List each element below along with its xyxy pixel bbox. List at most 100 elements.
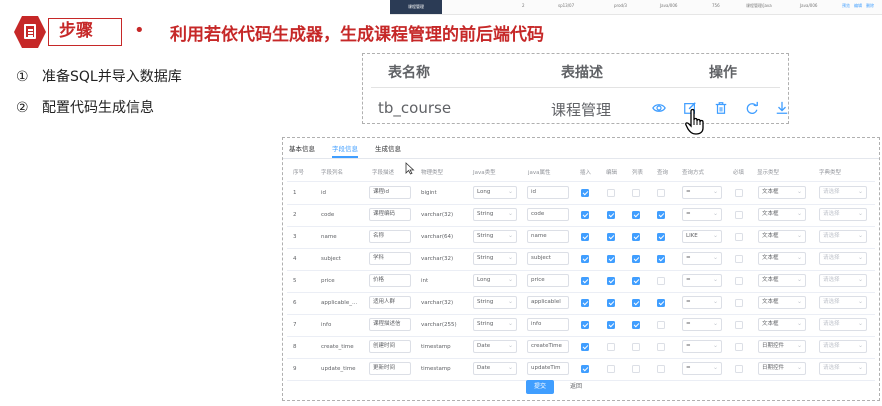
tab-basic-info[interactable]: 基本信息 xyxy=(289,143,315,153)
query-checkbox[interactable] xyxy=(657,321,665,329)
refresh-icon[interactable] xyxy=(745,101,759,115)
required-checkbox[interactable] xyxy=(735,365,743,373)
dict-type-select[interactable]: 请选择 xyxy=(819,318,867,331)
ins-checkbox[interactable] xyxy=(581,277,589,285)
edit-checkbox[interactable] xyxy=(607,299,615,307)
java-prop-input[interactable]: code xyxy=(527,208,569,221)
java-prop-input[interactable]: applicablel xyxy=(527,296,569,309)
edit-checkbox[interactable] xyxy=(607,255,615,263)
query-op-select[interactable]: = xyxy=(682,362,722,375)
display-type-select[interactable]: 文本框 xyxy=(758,274,806,287)
field-desc-input[interactable]: 更新时间 xyxy=(369,362,411,375)
field-desc-input[interactable]: 课程描述信 xyxy=(369,318,411,331)
java-type-select[interactable]: String xyxy=(473,208,517,221)
tab-gen-info[interactable]: 生成信息 xyxy=(375,143,401,153)
required-checkbox[interactable] xyxy=(735,321,743,329)
edit-checkbox[interactable] xyxy=(607,211,615,219)
java-type-select[interactable]: Long xyxy=(473,274,517,287)
required-checkbox[interactable] xyxy=(735,189,743,197)
query-op-select[interactable]: = xyxy=(682,208,722,221)
list-checkbox[interactable] xyxy=(632,277,640,285)
ins-checkbox[interactable] xyxy=(581,189,589,197)
java-prop-input[interactable]: updateTim xyxy=(527,362,569,375)
list-checkbox[interactable] xyxy=(632,299,640,307)
java-prop-input[interactable]: createTime xyxy=(527,340,569,353)
ins-checkbox[interactable] xyxy=(581,321,589,329)
java-prop-input[interactable]: price xyxy=(527,274,569,287)
display-type-select[interactable]: 日期控件 xyxy=(758,340,806,353)
java-prop-input[interactable]: name xyxy=(527,230,569,243)
query-checkbox[interactable] xyxy=(657,189,665,197)
list-checkbox[interactable] xyxy=(632,233,640,241)
required-checkbox[interactable] xyxy=(735,255,743,263)
ins-checkbox[interactable] xyxy=(581,365,589,373)
field-desc-input[interactable]: 课程id xyxy=(369,186,411,199)
query-checkbox[interactable] xyxy=(657,365,665,373)
display-type-select[interactable]: 文本框 xyxy=(758,296,806,309)
display-type-select[interactable]: 文本框 xyxy=(758,186,806,199)
display-type-select[interactable]: 文本框 xyxy=(758,318,806,331)
field-desc-input[interactable]: 课程编码 xyxy=(369,208,411,221)
ins-checkbox[interactable] xyxy=(581,233,589,241)
strip-link[interactable]: 编辑 xyxy=(854,3,862,9)
java-type-select[interactable]: String xyxy=(473,296,517,309)
ins-checkbox[interactable] xyxy=(581,255,589,263)
query-op-select[interactable]: = xyxy=(682,186,722,199)
edit-checkbox[interactable] xyxy=(607,343,615,351)
list-checkbox[interactable] xyxy=(632,189,640,197)
ins-checkbox[interactable] xyxy=(581,211,589,219)
field-desc-input[interactable]: 创建时间 xyxy=(369,340,411,353)
query-checkbox[interactable] xyxy=(657,211,665,219)
ins-checkbox[interactable] xyxy=(581,299,589,307)
required-checkbox[interactable] xyxy=(735,343,743,351)
java-type-select[interactable]: Date xyxy=(473,340,517,353)
active-menu-tab[interactable]: 课程管理 xyxy=(390,0,442,14)
dict-type-select[interactable]: 请选择 xyxy=(819,186,867,199)
query-op-select[interactable]: = xyxy=(682,252,722,265)
query-checkbox[interactable] xyxy=(657,299,665,307)
display-type-select[interactable]: 文本框 xyxy=(758,252,806,265)
submit-button[interactable]: 提交 xyxy=(526,380,554,394)
java-prop-input[interactable]: subject xyxy=(527,252,569,265)
tab-field-info[interactable]: 字段信息 xyxy=(332,143,358,153)
required-checkbox[interactable] xyxy=(735,211,743,219)
eye-icon[interactable] xyxy=(652,101,666,115)
required-checkbox[interactable] xyxy=(735,299,743,307)
list-checkbox[interactable] xyxy=(632,211,640,219)
strip-link[interactable]: 删除 xyxy=(866,3,874,9)
field-desc-input[interactable]: 适用人群 xyxy=(369,296,411,309)
query-op-select[interactable]: = xyxy=(682,318,722,331)
java-type-select[interactable]: String xyxy=(473,318,517,331)
field-desc-input[interactable]: 名称 xyxy=(369,230,411,243)
list-checkbox[interactable] xyxy=(632,255,640,263)
required-checkbox[interactable] xyxy=(735,233,743,241)
query-checkbox[interactable] xyxy=(657,277,665,285)
trash-icon[interactable] xyxy=(714,101,728,115)
dict-type-select[interactable]: 请选择 xyxy=(819,230,867,243)
query-op-select[interactable]: = xyxy=(682,340,722,353)
java-type-select[interactable]: Long xyxy=(473,186,517,199)
query-op-select[interactable]: LIKE xyxy=(682,230,722,243)
dict-type-select[interactable]: 请选择 xyxy=(819,252,867,265)
dict-type-select[interactable]: 请选择 xyxy=(819,362,867,375)
edit-checkbox[interactable] xyxy=(607,321,615,329)
query-checkbox[interactable] xyxy=(657,233,665,241)
java-prop-input[interactable]: info xyxy=(527,318,569,331)
strip-link[interactable]: 预览 xyxy=(842,3,850,9)
list-checkbox[interactable] xyxy=(632,321,640,329)
java-type-select[interactable]: String xyxy=(473,252,517,265)
edit-checkbox[interactable] xyxy=(607,365,615,373)
list-checkbox[interactable] xyxy=(632,343,640,351)
download-icon[interactable] xyxy=(775,101,789,115)
query-op-select[interactable]: = xyxy=(682,296,722,309)
display-type-select[interactable]: 日期控件 xyxy=(758,362,806,375)
java-type-select[interactable]: String xyxy=(473,230,517,243)
ins-checkbox[interactable] xyxy=(581,343,589,351)
dict-type-select[interactable]: 请选择 xyxy=(819,208,867,221)
java-prop-input[interactable]: id xyxy=(527,186,569,199)
display-type-select[interactable]: 文本框 xyxy=(758,230,806,243)
edit-checkbox[interactable] xyxy=(607,277,615,285)
dict-type-select[interactable]: 请选择 xyxy=(819,274,867,287)
display-type-select[interactable]: 文本框 xyxy=(758,208,806,221)
java-type-select[interactable]: Date xyxy=(473,362,517,375)
